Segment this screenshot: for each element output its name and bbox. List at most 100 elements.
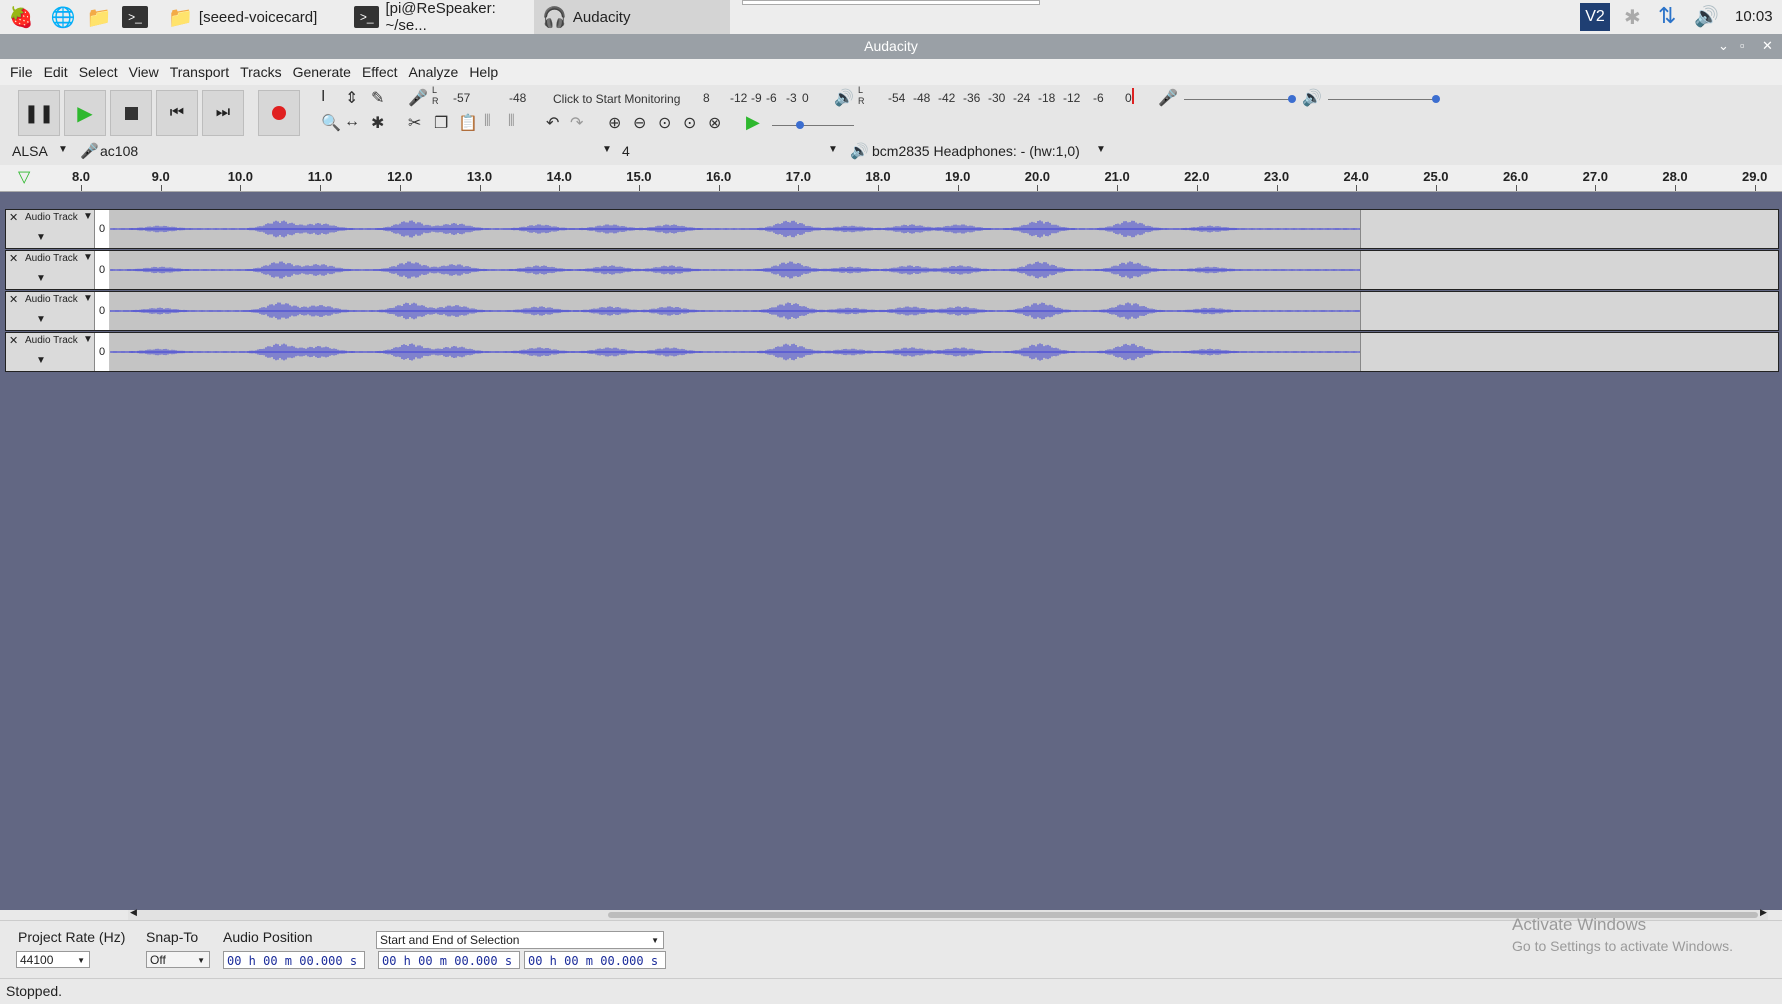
play-head-icon[interactable]: ▽ xyxy=(18,167,30,187)
undo-icon[interactable]: ↶ xyxy=(546,113,559,133)
input-device-select[interactable]: ac108 ▼ xyxy=(100,143,614,159)
redo-icon[interactable]: ↷ xyxy=(570,113,583,133)
output-device-select[interactable]: bcm2835 Headphones: - (hw:1,0) ▼ xyxy=(872,143,1108,159)
play-meter-speaker-icon[interactable]: 🔊 xyxy=(834,88,854,108)
channels-select[interactable]: 4 ▼ xyxy=(622,143,840,159)
track-area[interactable]: ✕ Audio Track ▼ ▼ 0 ✕ Audio Track ▼ ▼ 0 … xyxy=(0,192,1782,910)
audio-track[interactable]: ✕ Audio Track ▼ ▼ 0 xyxy=(5,250,1779,290)
taskbar-window-folder[interactable]: 📁 [seeed-voicecard] xyxy=(160,0,356,34)
menu-effect[interactable]: Effect xyxy=(362,64,398,80)
selection-start-field[interactable]: 00 h 00 m 00.000 s xyxy=(378,951,520,969)
audio-track[interactable]: ✕ Audio Track ▼ ▼ 0 xyxy=(5,209,1779,249)
pause-button[interactable]: ❚❚ xyxy=(18,90,60,136)
menu-select[interactable]: Select xyxy=(79,64,118,80)
record-volume-thumb[interactable] xyxy=(1288,95,1296,103)
taskbar-window-audacity[interactable]: 🎧 Audacity xyxy=(534,0,730,34)
track-name[interactable]: Audio Track xyxy=(25,253,78,264)
menu-file[interactable]: File xyxy=(10,64,33,80)
zoom-toggle-icon[interactable]: ⊗ xyxy=(708,113,721,133)
track-empty-region[interactable] xyxy=(1360,333,1778,371)
terminal-launcher-icon[interactable]: >_ xyxy=(120,2,150,32)
raspberry-menu-icon[interactable]: 🍓 xyxy=(6,2,36,32)
silence-icon[interactable]: ⫴ xyxy=(508,113,515,131)
skip-start-button[interactable]: ⏮ xyxy=(156,90,198,136)
cut-icon[interactable]: ✂ xyxy=(408,113,421,133)
track-control-panel[interactable]: ✕ Audio Track ▼ ▼ xyxy=(6,210,95,248)
scroll-right-icon[interactable]: ▶ xyxy=(1760,907,1767,918)
zoom-in-icon[interactable]: ⊕ xyxy=(608,113,621,133)
menu-help[interactable]: Help xyxy=(469,64,498,80)
track-close-icon[interactable]: ✕ xyxy=(9,252,18,265)
close-icon[interactable]: ✕ xyxy=(1762,38,1773,54)
timeline-ruler[interactable]: ▽ 8.0 9.0 10.0 11.0 12.0 13.0 14.0 15.0 16.0 17.0… xyxy=(0,165,1782,192)
browser-icon[interactable]: 🌐 xyxy=(48,2,78,32)
bluetooth-icon[interactable]: ✱ xyxy=(1624,5,1641,30)
track-menu-icon[interactable]: ▼ xyxy=(83,334,93,345)
track-control-panel[interactable]: ✕ Audio Track ▼ ▼ xyxy=(6,333,95,371)
scroll-left-icon[interactable]: ◀ xyxy=(130,907,137,918)
waveform[interactable] xyxy=(110,292,1360,330)
trim-icon[interactable]: ⫴ xyxy=(484,113,491,131)
waveform[interactable] xyxy=(110,333,1360,371)
zoom-out-icon[interactable]: ⊖ xyxy=(633,113,646,133)
track-close-icon[interactable]: ✕ xyxy=(9,293,18,306)
maximize-icon[interactable]: ▫ xyxy=(1740,38,1745,53)
copy-icon[interactable]: ❐ xyxy=(434,113,448,133)
host-select[interactable]: ALSA ▼ xyxy=(12,143,74,159)
waveform[interactable] xyxy=(110,251,1360,289)
menu-tracks[interactable]: Tracks xyxy=(240,64,281,80)
audio-position-field[interactable]: 00 h 00 m 00.000 s xyxy=(223,951,365,969)
track-control-panel[interactable]: ✕ Audio Track ▼ ▼ xyxy=(6,292,95,330)
skip-end-button[interactable]: ⏭ xyxy=(202,90,244,136)
record-volume-slider[interactable] xyxy=(1184,95,1296,103)
monitor-toggle[interactable]: Click to Start Monitoring xyxy=(553,92,680,106)
draw-tool-icon[interactable]: ✎ xyxy=(371,88,384,108)
volume-icon[interactable]: 🔊 xyxy=(1694,4,1719,29)
project-rate-select[interactable]: 44100 ▼ xyxy=(16,951,90,968)
menu-transport[interactable]: Transport xyxy=(170,64,229,80)
playback-volume-thumb[interactable] xyxy=(1432,95,1440,103)
envelope-tool-icon[interactable]: ⇕ xyxy=(345,88,358,108)
record-meter-mic-icon[interactable]: 🎤 xyxy=(408,88,428,108)
snap-to-select[interactable]: Off ▼ xyxy=(146,951,210,968)
menu-analyze[interactable]: Analyze xyxy=(409,64,459,80)
menu-generate[interactable]: Generate xyxy=(293,64,351,80)
collapse-icon[interactable]: ▼ xyxy=(36,355,46,366)
vnc-icon[interactable]: V2 xyxy=(1580,3,1610,31)
track-menu-icon[interactable]: ▼ xyxy=(83,211,93,222)
fit-project-icon[interactable]: ⊙ xyxy=(683,113,696,133)
play-speed-thumb[interactable] xyxy=(796,121,804,129)
taskbar-window-terminal[interactable]: >_ [pi@ReSpeaker: ~/se... xyxy=(346,0,546,34)
track-name[interactable]: Audio Track xyxy=(25,294,78,305)
selection-end-field[interactable]: 00 h 00 m 00.000 s xyxy=(524,951,666,969)
minimize-icon[interactable]: ⌄ xyxy=(1718,38,1729,54)
file-manager-icon[interactable]: 📁 xyxy=(84,2,114,32)
stop-button[interactable] xyxy=(110,90,152,136)
play-speed-slider[interactable] xyxy=(772,121,854,129)
track-name[interactable]: Audio Track xyxy=(25,212,78,223)
track-menu-icon[interactable]: ▼ xyxy=(83,293,93,304)
paste-icon[interactable]: 📋 xyxy=(458,113,478,133)
collapse-icon[interactable]: ▼ xyxy=(36,273,46,284)
zoom-tool-icon[interactable]: 🔍 xyxy=(321,113,341,133)
waveform[interactable] xyxy=(110,210,1360,248)
collapse-icon[interactable]: ▼ xyxy=(36,314,46,325)
network-icon[interactable]: ⇅ xyxy=(1658,3,1676,29)
track-name[interactable]: Audio Track xyxy=(25,335,78,346)
track-control-panel[interactable]: ✕ Audio Track ▼ ▼ xyxy=(6,251,95,289)
fit-selection-icon[interactable]: ⊙ xyxy=(658,113,671,133)
multi-tool-icon[interactable]: ✱ xyxy=(371,113,384,133)
play-button[interactable]: ▶ xyxy=(64,90,106,136)
track-empty-region[interactable] xyxy=(1360,292,1778,330)
record-button[interactable] xyxy=(258,90,300,136)
selection-mode-select[interactable]: Start and End of Selection ▼ xyxy=(376,931,664,949)
menu-edit[interactable]: Edit xyxy=(44,64,68,80)
track-empty-region[interactable] xyxy=(1360,210,1778,248)
play-at-speed-icon[interactable]: ▶ xyxy=(746,112,760,133)
selection-tool-icon[interactable]: I xyxy=(321,88,325,106)
track-empty-region[interactable] xyxy=(1360,251,1778,289)
audio-track[interactable]: ✕ Audio Track ▼ ▼ 0 xyxy=(5,332,1779,372)
playback-volume-slider[interactable] xyxy=(1328,95,1440,103)
menu-view[interactable]: View xyxy=(129,64,159,80)
track-menu-icon[interactable]: ▼ xyxy=(83,252,93,263)
